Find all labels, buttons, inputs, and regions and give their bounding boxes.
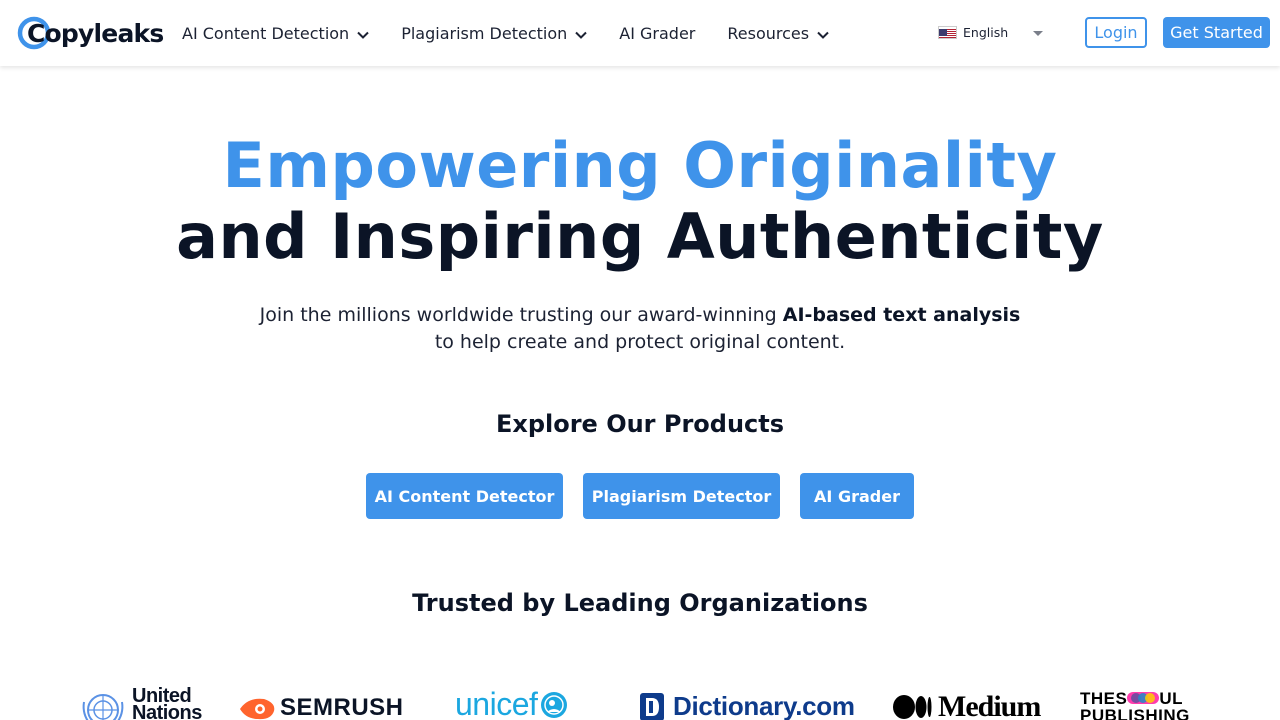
nav-item-label: AI Content Detection xyxy=(182,23,350,43)
nav-item-ai-content-detection[interactable]: AI Content Detection xyxy=(182,24,369,43)
language-selector[interactable]: English xyxy=(938,25,1043,40)
soul-colored-o-icon xyxy=(1127,692,1160,704)
product-buttons: AI Content Detector Plagiarism Detector … xyxy=(0,473,1280,519)
copyleaks-logo[interactable]: Copyleaks xyxy=(17,15,164,53)
trusted-heading: Trusted by Leading Organizations xyxy=(412,589,868,617)
chevron-down-icon xyxy=(575,24,587,43)
dictionary-com-logo: Dictionary.com xyxy=(639,691,855,720)
subtitle-emphasis: AI-based text analysis xyxy=(782,304,1021,326)
plagiarism-detector-button[interactable]: Plagiarism Detector xyxy=(583,473,780,519)
logo-text: Copyleaks xyxy=(27,19,164,48)
unicef-text: unicef xyxy=(455,686,538,720)
medium-logo: Medium xyxy=(892,690,1041,720)
nav-item-ai-grader[interactable]: AI Grader xyxy=(619,24,695,43)
unicef-logo: unicef xyxy=(455,686,571,720)
hero-subtitle: Join the millions worldwide trusting our… xyxy=(0,302,1280,356)
semrush-flame-icon xyxy=(240,698,275,720)
nav-item-label: Resources xyxy=(727,23,810,43)
hero-title-line2: and Inspiring Authenticity xyxy=(176,200,1104,273)
medium-text: Medium xyxy=(938,690,1041,720)
nav-item-resources[interactable]: Resources xyxy=(727,24,829,43)
ai-grader-button[interactable]: AI Grader xyxy=(800,473,914,519)
nav-item-plagiarism-detection[interactable]: Plagiarism Detection xyxy=(401,24,587,43)
semrush-logo: SEMRUSH xyxy=(238,694,404,720)
caret-down-icon xyxy=(1033,31,1043,36)
medium-dots-icon xyxy=(893,695,932,719)
un-line2: Nations xyxy=(132,702,202,720)
site-header: Copyleaks AI Content Detection Plagiaris… xyxy=(0,0,1280,66)
us-flag-icon xyxy=(938,26,957,39)
soul-publishing-logo: THES UL PUBLISHING xyxy=(1080,690,1190,720)
subtitle-text: Join the millions worldwide trusting our… xyxy=(259,304,783,326)
nav-item-label: AI Grader xyxy=(619,23,696,43)
soul-line1: THES UL xyxy=(1080,690,1190,707)
nav-item-label: Plagiarism Detection xyxy=(401,23,568,43)
get-started-button[interactable]: Get Started xyxy=(1163,17,1270,48)
chevron-down-icon xyxy=(357,24,369,43)
main-nav: AI Content Detection Plagiarism Detectio… xyxy=(182,0,861,66)
soul-line2: PUBLISHING xyxy=(1080,706,1190,720)
unicef-emblem-icon xyxy=(541,691,568,718)
hero-title-line1: Empowering Originality xyxy=(222,129,1058,202)
login-button[interactable]: Login xyxy=(1085,17,1147,48)
ai-content-detector-button[interactable]: AI Content Detector xyxy=(366,473,563,519)
united-nations-logo: United Nations xyxy=(80,686,202,720)
chevron-down-icon xyxy=(817,24,829,43)
semrush-text: SEMRUSH xyxy=(280,694,404,720)
language-label: English xyxy=(963,25,1009,40)
products-heading: Explore Our Products xyxy=(495,410,785,438)
subtitle-line2: to help create and protect original cont… xyxy=(434,331,846,353)
dictionary-text: Dictionary.com xyxy=(673,691,855,720)
dictionary-d-icon xyxy=(640,692,664,720)
un-emblem-icon xyxy=(82,694,124,720)
